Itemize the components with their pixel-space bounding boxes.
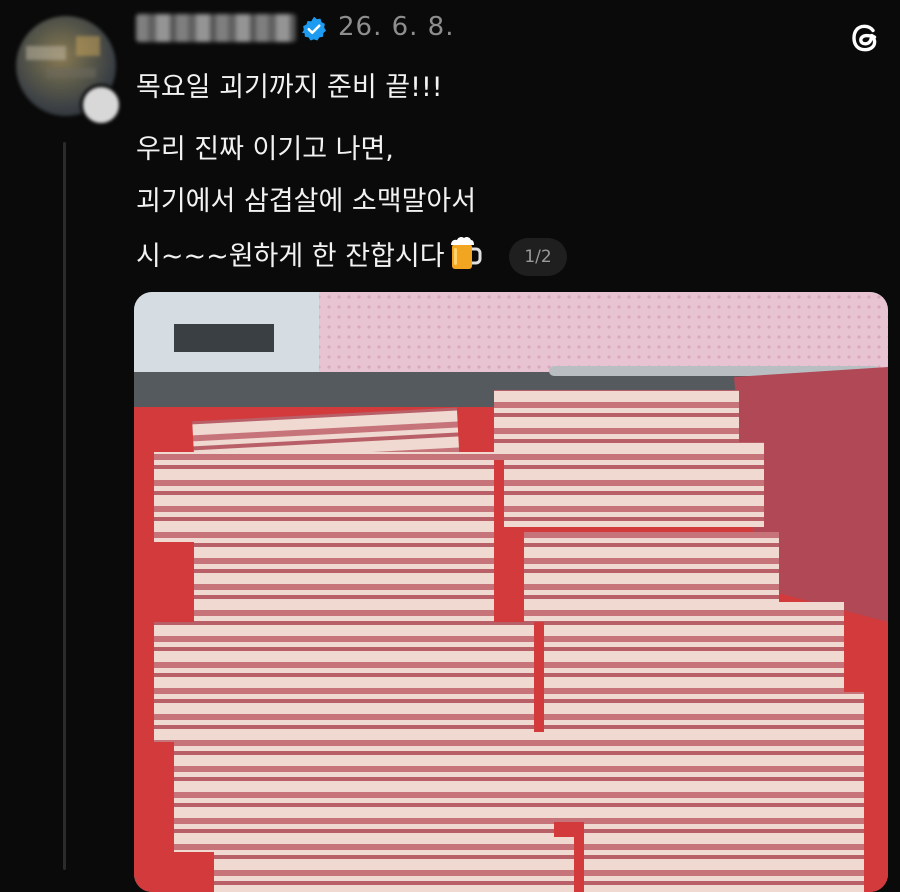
image-pager[interactable]: 1/2 [509, 238, 567, 276]
post-text-line-3: 괴기에서 삼겹살에 소맥말아서 [136, 186, 477, 217]
pork-belly-illustration [134, 292, 888, 892]
beer-mug-icon [450, 236, 482, 269]
post-image-pork-belly[interactable] [134, 292, 888, 892]
post-text-line-4: 시~~~원하게 한 잔합시다 [136, 235, 483, 275]
verified-badge-icon [301, 16, 327, 41]
avatar-badge-icon [80, 84, 122, 126]
username-blurred[interactable] [136, 14, 296, 42]
thread-line [63, 142, 66, 870]
post-text-line-2: 우리 진짜 이기고 나면, [136, 134, 394, 165]
post-text-line-4-text: 시~~~원하게 한 잔합시다 [136, 241, 445, 272]
post-text-line-1: 목요일 괴기까지 준비 끝!!! [136, 72, 443, 103]
post-date: 26. 6. 8. [338, 12, 455, 42]
threads-logo-icon[interactable] [843, 16, 887, 60]
